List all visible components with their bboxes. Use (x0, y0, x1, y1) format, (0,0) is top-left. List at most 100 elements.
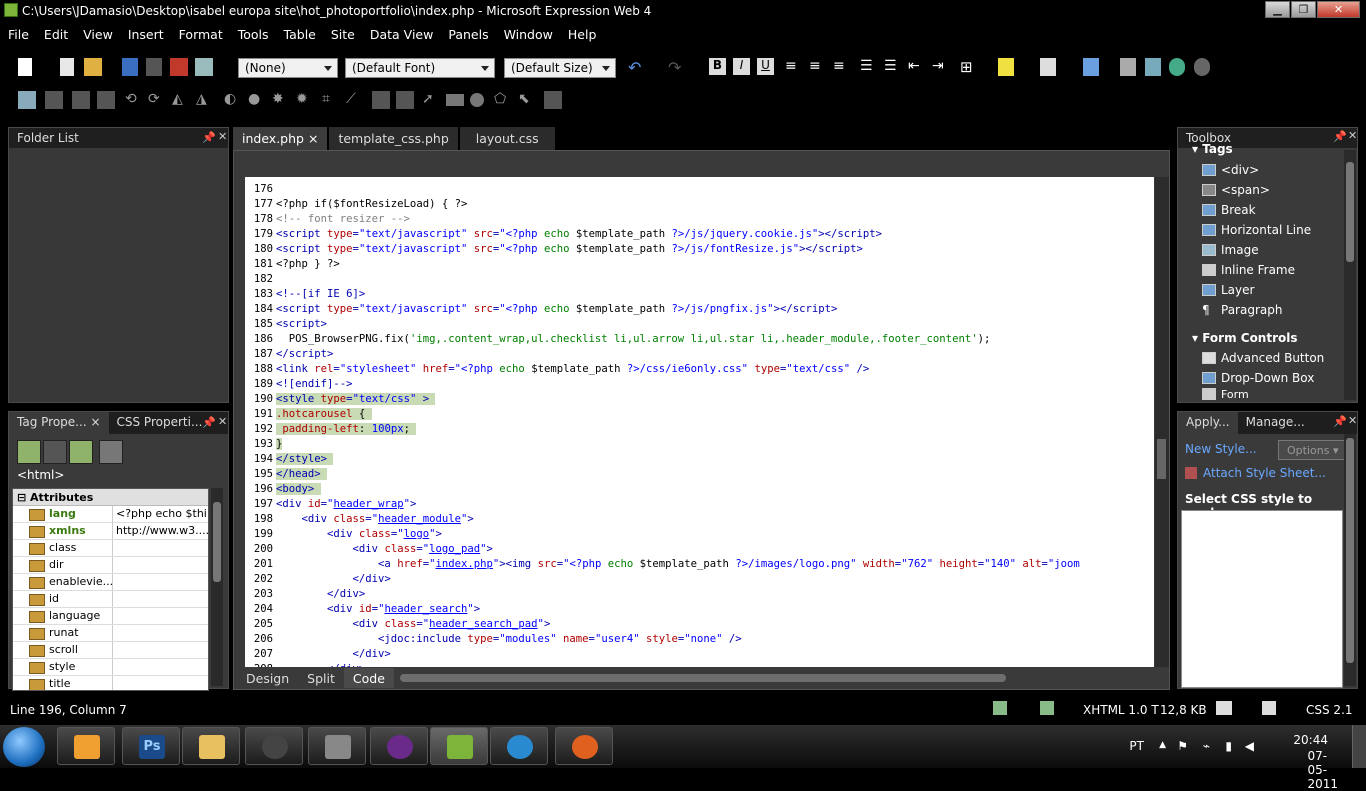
new-style-link[interactable]: New Style... (1185, 442, 1257, 456)
attribute-row[interactable]: title (13, 676, 208, 690)
attribute-value[interactable] (113, 608, 208, 624)
tab-index-php[interactable]: index.php × (233, 127, 328, 150)
doctype-indicator[interactable]: XHTML 1.0 T (1083, 703, 1159, 717)
less-brightness-icon[interactable]: ✹ (296, 91, 314, 109)
menu-view[interactable]: View (75, 24, 120, 44)
maximize-button[interactable]: ❐ (1291, 1, 1316, 18)
attribute-row[interactable]: class (13, 540, 208, 557)
menu-table[interactable]: Table (276, 24, 323, 44)
picture-icon[interactable] (18, 91, 36, 109)
menu-insert[interactable]: Insert (120, 24, 171, 44)
more-brightness-icon[interactable]: ✸ (272, 91, 290, 109)
taskbar-firefox[interactable] (555, 727, 613, 765)
font-color-icon[interactable] (1040, 58, 1056, 76)
layout-tables-icon[interactable] (1083, 58, 1099, 76)
size-dropdown[interactable]: (Default Size) (504, 58, 616, 78)
preview-browser-icon[interactable] (195, 58, 213, 76)
editor-horizontal-scrollbar[interactable] (400, 674, 1006, 682)
pin-icon[interactable]: 📌 (1333, 130, 1347, 143)
close-tab-icon[interactable]: × (308, 131, 318, 146)
toolbox-item-horizontal-line[interactable]: Horizontal Line (1202, 220, 1311, 240)
minimize-button[interactable]: ▁ (1265, 1, 1290, 18)
clock-time[interactable]: 20:44 (1293, 733, 1328, 747)
clock-date[interactable]: 07-05-2011 (1307, 749, 1338, 791)
image-icon[interactable] (1145, 58, 1161, 76)
attribute-value[interactable]: http://www.w3.... (113, 523, 208, 539)
web-component-icon[interactable] (1169, 58, 1185, 76)
redo-icon[interactable]: ↷ (668, 58, 686, 77)
attribute-row[interactable]: style (13, 659, 208, 676)
attribute-value[interactable] (113, 591, 208, 607)
pin-icon[interactable]: 📌 (202, 131, 216, 144)
bold-icon[interactable]: B (709, 58, 726, 75)
categorized-view-icon[interactable] (17, 440, 41, 464)
code-editor[interactable]: 176 177 <?php if($fontResizeLoad) { ?> 17… (245, 177, 1154, 667)
bullets-icon[interactable]: ☰ (884, 58, 902, 76)
attribute-row[interactable]: language (13, 608, 208, 625)
toolbox-item-break[interactable]: Break (1202, 200, 1256, 220)
less-contrast-icon[interactable]: ● (248, 91, 266, 109)
visual-aids-icon[interactable] (993, 701, 1007, 715)
polygonal-hotspot-icon[interactable]: ⬠ (494, 91, 512, 109)
sort-icon[interactable] (43, 440, 67, 464)
attribute-row[interactable]: dir (13, 557, 208, 574)
save-icon[interactable] (122, 58, 138, 76)
align-center-icon[interactable]: ≡ (809, 58, 827, 76)
options-dropdown[interactable]: Options ▾ (1278, 440, 1350, 460)
position-back-icon[interactable] (97, 91, 115, 109)
attribute-value[interactable] (113, 659, 208, 675)
rotate-right-icon[interactable]: ⟳ (148, 91, 166, 109)
tab-split[interactable]: Split (298, 668, 344, 688)
align-right-icon[interactable]: ≡ (833, 58, 851, 76)
tab-tag-properties[interactable]: Tag Prope... × (9, 412, 109, 434)
form-controls-section[interactable]: ▾ Form Controls (1192, 331, 1298, 345)
taskbar-inkscape[interactable] (245, 727, 303, 765)
color-icon[interactable] (372, 91, 390, 109)
flip-horizontal-icon[interactable]: ◭ (172, 91, 190, 109)
more-contrast-icon[interactable]: ◐ (224, 91, 242, 109)
rotate-left-icon[interactable]: ⟲ (125, 91, 143, 109)
editor-vertical-scrollbar[interactable] (1155, 177, 1169, 667)
underline-icon[interactable]: U (757, 58, 774, 75)
attribute-value[interactable] (113, 557, 208, 573)
tab-apply-styles[interactable]: Apply... (1178, 412, 1238, 434)
menu-site[interactable]: Site (323, 24, 362, 44)
attribute-row[interactable]: runat (13, 625, 208, 642)
tab-css-properties[interactable]: CSS Properti... (109, 412, 211, 434)
attribute-row[interactable]: lang <?php echo $thi... (13, 506, 208, 523)
save-all-icon[interactable] (146, 58, 162, 76)
language-indicator[interactable]: PT (1129, 739, 1144, 753)
menu-format[interactable]: Format (171, 24, 230, 44)
attach-style-sheet-link[interactable]: Attach Style Sheet... (1185, 466, 1326, 480)
tab-template-css-php[interactable]: template_css.php (329, 127, 458, 150)
close-panel-icon[interactable]: ✕ (1348, 129, 1357, 142)
toolbox-item-div[interactable]: <div> (1202, 160, 1259, 180)
toolbox-item-paragraph[interactable]: ¶ Paragraph (1202, 300, 1282, 320)
attribute-row[interactable]: enablevie... (13, 574, 208, 591)
style-dropdown[interactable]: (None) (238, 58, 338, 78)
publish-icon[interactable] (170, 58, 188, 76)
attribute-value[interactable] (113, 642, 208, 658)
power-icon[interactable]: ⌁ (1203, 739, 1210, 753)
style-application-icon[interactable] (1040, 701, 1054, 715)
borders-icon[interactable]: ⊞ (960, 58, 978, 76)
apply-scrollbar[interactable] (1344, 434, 1356, 686)
taskbar-expression-web[interactable] (430, 727, 488, 765)
tab-layout-css[interactable]: layout.css (459, 127, 555, 150)
toolbox-item-image[interactable]: Image (1202, 240, 1259, 260)
highlight-icon[interactable] (998, 58, 1014, 76)
align-left-icon[interactable]: ≡ (785, 58, 803, 76)
menu-tools[interactable]: Tools (230, 24, 276, 44)
taskbar-internet-explorer[interactable] (490, 727, 548, 765)
volume-icon[interactable]: ◀ (1245, 739, 1254, 753)
menu-window[interactable]: Window (496, 24, 560, 44)
show-set-properties-icon[interactable] (69, 440, 93, 464)
toolbox-item-drop-down-box[interactable]: Drop-Down Box (1202, 368, 1314, 388)
toolbox-item-advanced-button[interactable]: Advanced Button (1202, 348, 1324, 368)
attribute-row[interactable]: id (13, 591, 208, 608)
network-icon[interactable]: ▮ (1225, 739, 1232, 753)
toolbox-item-span[interactable]: <span> (1202, 180, 1270, 200)
menu-panels[interactable]: Panels (440, 24, 495, 44)
attribute-value[interactable] (113, 574, 208, 590)
close-panel-icon[interactable]: ✕ (1348, 414, 1357, 427)
